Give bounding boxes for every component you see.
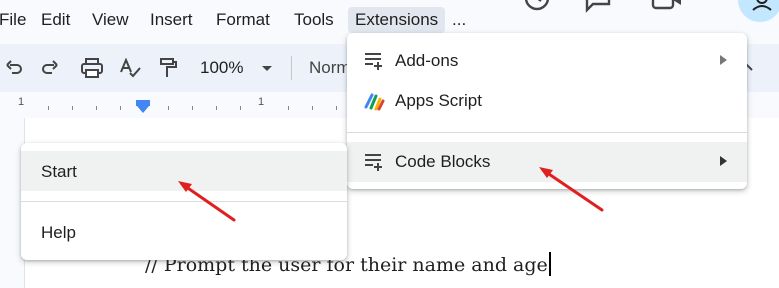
menu-item-label: Code Blocks: [395, 152, 491, 171]
paint-format-icon[interactable]: [156, 56, 180, 80]
menu-format[interactable]: Format: [209, 7, 277, 33]
spellcheck-icon[interactable]: [118, 56, 142, 80]
text-cursor: [548, 252, 551, 276]
menu-view[interactable]: View: [85, 7, 136, 33]
redo-icon[interactable]: [38, 56, 62, 80]
menu-insert[interactable]: Insert: [143, 7, 200, 33]
zoom-select[interactable]: 100%: [200, 58, 243, 78]
ruler-tick: [336, 106, 337, 110]
comment-icon[interactable]: [584, 0, 614, 14]
toolbar-divider: [291, 56, 292, 80]
ruler-tick: [48, 106, 49, 110]
ruler-tick: [120, 106, 121, 110]
paragraph-style-select[interactable]: Norm: [309, 58, 351, 78]
ruler-tick: [288, 106, 289, 110]
ruler-tick: [240, 106, 241, 110]
menu-item-label: Apps Script: [395, 91, 482, 110]
undo-icon[interactable]: [2, 56, 26, 80]
ruler-tick: [192, 106, 193, 110]
menu-tools[interactable]: Tools: [287, 7, 341, 33]
menu-edit[interactable]: Edit: [34, 7, 77, 33]
apps-script-icon: [364, 93, 385, 111]
zoom-caret-icon[interactable]: [262, 66, 272, 71]
menu-file[interactable]: File: [0, 7, 33, 33]
menu-extensions[interactable]: Extensions: [348, 7, 446, 33]
code-blocks-icon: [365, 154, 382, 171]
submenu-arrow-icon: [720, 156, 727, 166]
history-icon[interactable]: [522, 0, 554, 18]
video-call-icon[interactable]: [650, 0, 690, 14]
ruler-mark: 1: [18, 96, 25, 108]
ruler-tick: [216, 106, 217, 110]
menu-item-label: Help: [41, 223, 76, 242]
menu-item-label: Add-ons: [395, 51, 459, 70]
share-icon[interactable]: [732, 0, 779, 24]
menu-item-add-ons[interactable]: Add-ons: [347, 41, 747, 81]
ruler-tick: [96, 106, 97, 110]
ruler-tick: [168, 106, 169, 110]
left-indent-handle[interactable]: [137, 106, 149, 113]
menu-divider: [21, 201, 347, 202]
menu-item-label: Start: [41, 162, 77, 181]
print-icon[interactable]: [80, 56, 104, 80]
menu-item-help[interactable]: Help: [21, 212, 347, 252]
menu-item-apps-script[interactable]: Apps Script: [347, 81, 747, 121]
ruler-tick: [312, 106, 313, 110]
menu-divider: [347, 132, 747, 133]
add-ons-icon: [365, 53, 382, 70]
menu-item-code-blocks[interactable]: Code Blocks: [347, 142, 747, 182]
code-blocks-submenu: Start Help: [21, 143, 347, 260]
menu-item-start[interactable]: Start: [21, 151, 347, 191]
extensions-menu: Add-ons Apps Script Code Blocks: [347, 33, 747, 189]
menu-overflow[interactable]: ...: [452, 7, 466, 33]
submenu-arrow-icon: [720, 55, 727, 65]
ruler-mark: 1: [258, 96, 265, 108]
ruler-tick: [72, 106, 73, 110]
